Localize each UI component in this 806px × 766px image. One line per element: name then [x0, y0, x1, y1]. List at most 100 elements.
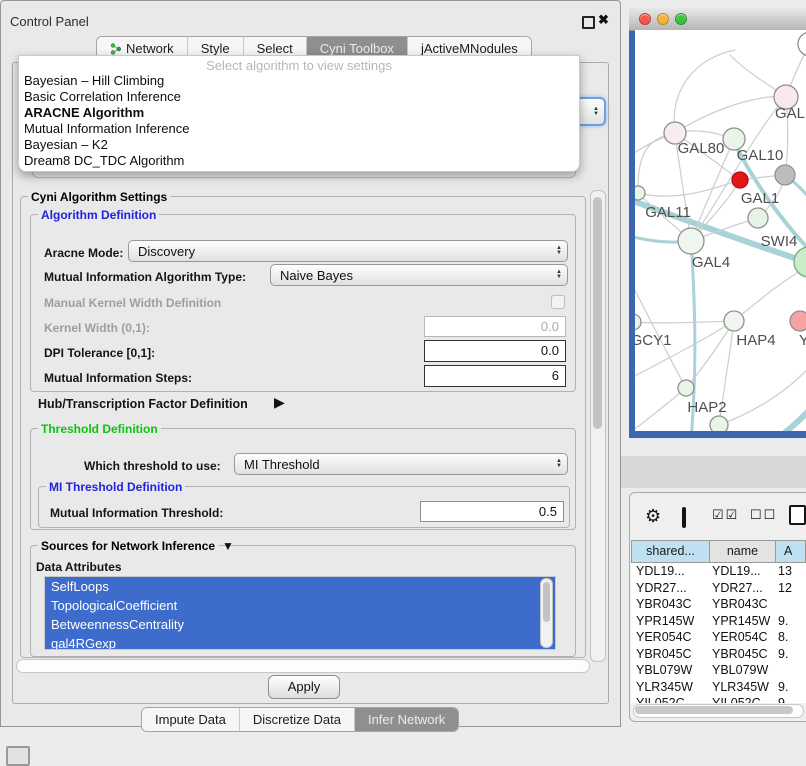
- network-edge[interactable]: [635, 388, 686, 431]
- network-edge[interactable]: [775, 385, 806, 431]
- network-node[interactable]: [635, 186, 645, 200]
- data-attribute-item[interactable]: TopologicalCoefficient: [45, 596, 555, 615]
- network-node[interactable]: [635, 314, 641, 330]
- network-node[interactable]: [724, 311, 744, 331]
- node-label: GAL11: [645, 204, 691, 221]
- close-traffic-light-icon[interactable]: [639, 13, 651, 25]
- network-edge[interactable]: [719, 370, 806, 425]
- mi-algorithm-type-select[interactable]: Naive Bayes ▲▼: [270, 264, 568, 286]
- table-row[interactable]: YER054CYER054C8.: [631, 629, 806, 646]
- data-attribute-item[interactable]: gal4RGexp: [45, 634, 555, 650]
- table-cell: [776, 596, 806, 613]
- table-hscrollbar-thumb[interactable]: [635, 706, 793, 714]
- node-label: GAL4: [692, 254, 730, 271]
- table-row[interactable]: YDR27...YDR27...12: [631, 580, 806, 597]
- network-node[interactable]: [678, 380, 694, 396]
- network-node[interactable]: [790, 311, 806, 331]
- which-threshold-label: Which threshold to use:: [84, 459, 221, 473]
- settings-scrollbar-thumb[interactable]: [593, 197, 602, 429]
- bottom-tab-impute-data[interactable]: Impute Data: [142, 708, 239, 731]
- table-row[interactable]: YLR345WYLR345W9.: [631, 679, 806, 696]
- network-node[interactable]: [775, 165, 795, 185]
- dpi-tolerance-label: DPI Tolerance [0,1]:: [44, 346, 155, 360]
- column-header[interactable]: shared...: [631, 540, 710, 563]
- data-attribute-item[interactable]: BetweennessCentrality: [45, 615, 555, 634]
- table-cell: YDL19...: [710, 563, 776, 580]
- apply-button[interactable]: Apply: [268, 675, 340, 699]
- split-columns-icon[interactable]: [682, 507, 686, 528]
- bottom-tab-discretize-data[interactable]: Discretize Data: [239, 708, 354, 731]
- minimize-traffic-light-icon[interactable]: [657, 13, 669, 25]
- settings-scrollbar[interactable]: [590, 190, 606, 662]
- attributes-scrollbar[interactable]: [540, 578, 553, 648]
- close-panel-icon[interactable]: ✖: [598, 12, 609, 28]
- table-cell: 9.: [776, 679, 806, 696]
- network-edge[interactable]: [635, 321, 734, 380]
- zoom-traffic-light-icon[interactable]: [675, 13, 687, 25]
- table-cell: 9.: [776, 646, 806, 663]
- table-row[interactable]: YPR145WYPR145W9.: [631, 613, 806, 630]
- gear-icon[interactable]: ⚙: [645, 506, 661, 527]
- table-row[interactable]: YIL052CYIL052C9: [631, 695, 806, 703]
- which-threshold-value: MI Threshold: [244, 457, 320, 472]
- network-edge[interactable]: [675, 97, 786, 133]
- which-threshold-select[interactable]: MI Threshold ▲▼: [234, 453, 568, 475]
- tab-label: Impute Data: [155, 708, 226, 731]
- sources-collapse-arrow-icon[interactable]: ▼: [222, 539, 234, 553]
- mi-steps-field[interactable]: 6: [424, 365, 566, 387]
- algorithm-option[interactable]: Dream8 DC_TDC Algorithm: [19, 153, 579, 169]
- grid-corner-icon[interactable]: [6, 746, 30, 766]
- algorithm-option[interactable]: ARACNE Algorithm: [19, 105, 579, 121]
- table-cell: 13: [776, 563, 806, 580]
- mi-algorithm-type-label: Mutual Information Algorithm Type:: [44, 270, 246, 284]
- algorithm-option[interactable]: Mutual Information Inference: [19, 121, 579, 137]
- network-node[interactable]: [748, 208, 768, 228]
- bottom-tab-infer-network[interactable]: Infer Network: [354, 708, 458, 731]
- bottom-tab-bar: Impute Data Discretize Data Infer Network: [141, 707, 459, 732]
- panel-title: Control Panel: [10, 14, 89, 29]
- network-node[interactable]: [678, 228, 704, 254]
- kernel-width-label: Kernel Width (0,1):: [44, 321, 150, 335]
- network-edge[interactable]: [691, 97, 786, 241]
- new-table-icon[interactable]: [789, 505, 806, 525]
- network-node[interactable]: [732, 172, 748, 188]
- table-cell: 9.: [776, 613, 806, 630]
- network-edge[interactable]: [674, 50, 735, 133]
- column-header[interactable]: A: [776, 540, 806, 563]
- table-cell: YBL079W: [631, 662, 710, 679]
- kernel-width-field[interactable]: 0.0: [424, 316, 566, 337]
- network-node[interactable]: [794, 247, 806, 277]
- data-attribute-item[interactable]: SelfLoops: [45, 577, 555, 596]
- table-row[interactable]: YDL19...YDL19...13: [631, 563, 806, 580]
- table-cell: YDR27...: [631, 580, 710, 597]
- deselect-all-checkboxes-icon[interactable]: ☐☐: [750, 507, 777, 523]
- table-row[interactable]: YBL079WYBL079W: [631, 662, 806, 679]
- combo-arrows-icon: ▲▼: [556, 270, 562, 280]
- attributes-scrollbar-thumb[interactable]: [543, 582, 550, 622]
- algorithm-option[interactable]: Bayesian – Hill Climbing: [19, 73, 579, 89]
- tab-label: Discretize Data: [253, 708, 341, 731]
- dropdown-item-list: Bayesian – Hill ClimbingBasic Correlatio…: [19, 73, 579, 169]
- dpi-tolerance-field[interactable]: 0.0: [424, 340, 566, 362]
- table-row[interactable]: YBR043CYBR043C: [631, 596, 806, 613]
- network-window-titlebar[interactable]: [629, 8, 806, 31]
- table-row[interactable]: YBR045CYBR045C9.: [631, 646, 806, 663]
- manual-kernel-checkbox[interactable]: [551, 295, 565, 309]
- column-header[interactable]: name: [710, 540, 776, 563]
- network-edge[interactable]: [635, 321, 734, 323]
- combo-arrows-icon: ▲▼: [556, 246, 562, 256]
- network-node[interactable]: [710, 416, 728, 431]
- algorithm-option[interactable]: Basic Correlation Inference: [19, 89, 579, 105]
- aracne-mode-select[interactable]: Discovery ▲▼: [128, 240, 568, 262]
- settings-hscrollbar[interactable]: [16, 659, 590, 673]
- hub-expand-arrow-icon[interactable]: ▶: [274, 394, 285, 411]
- mi-threshold-field[interactable]: 0.5: [420, 501, 564, 522]
- network-node[interactable]: [798, 32, 806, 56]
- select-all-checkboxes-icon[interactable]: ☑☑: [712, 507, 739, 523]
- combo-arrows-icon: ▲▼: [556, 459, 562, 469]
- algorithm-option[interactable]: Bayesian – K2: [19, 137, 579, 153]
- network-view-canvas[interactable]: GALGAL80GAL10GAL1GAL11SWI4GAL4GCY1HAP4YH…: [635, 30, 806, 431]
- tab-label: Infer Network: [368, 708, 445, 731]
- mi-algorithm-type-value: Naive Bayes: [280, 268, 353, 283]
- float-window-icon[interactable]: [582, 16, 595, 29]
